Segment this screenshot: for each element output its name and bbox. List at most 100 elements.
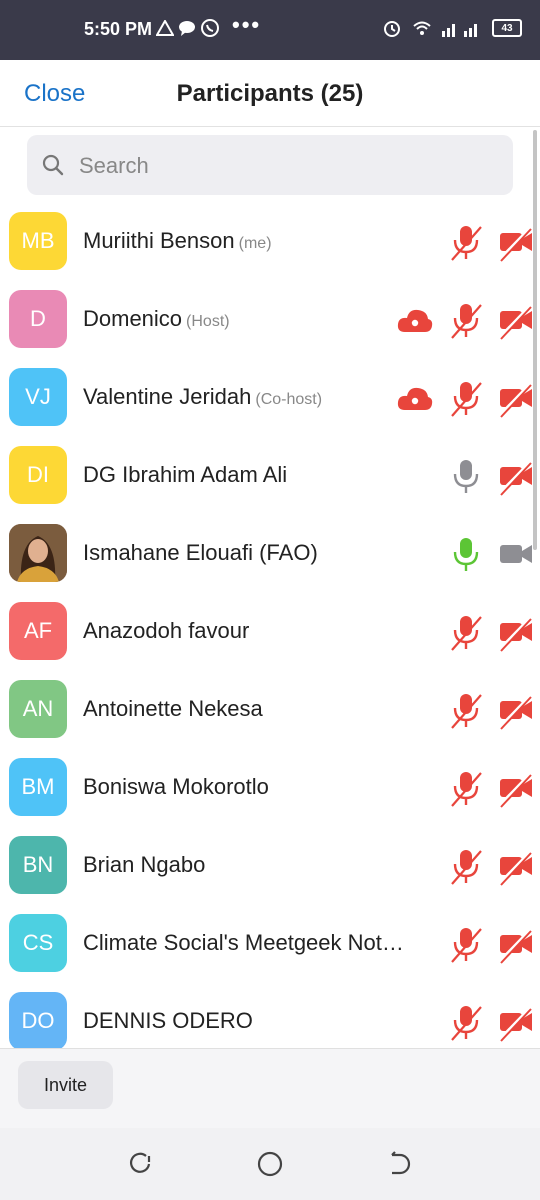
search-bar[interactable] bbox=[27, 135, 513, 195]
avatar-initials: D bbox=[30, 306, 46, 331]
video-off-icon[interactable] bbox=[498, 613, 534, 653]
avatar: BM bbox=[9, 758, 67, 816]
avatar: DI bbox=[9, 446, 67, 504]
mic-muted-icon[interactable] bbox=[448, 769, 484, 809]
participant-status-icons bbox=[448, 1003, 534, 1043]
video-off-icon[interactable] bbox=[498, 691, 534, 731]
participant-row[interactable]: VJ Valentine Jeridah (Co-host) bbox=[0, 359, 540, 437]
participant-status-icons bbox=[396, 379, 534, 419]
participant-name-text: Domenico bbox=[83, 306, 183, 331]
avatar-initials: DI bbox=[27, 462, 49, 487]
participant-row[interactable]: CS Climate Social's Meetgeek Not… bbox=[0, 905, 540, 983]
participant-name-text: DENNIS ODERO bbox=[83, 1008, 253, 1033]
participant-name: Ismahane Elouafi (FAO) bbox=[83, 540, 318, 566]
status-time: 5:50 PM bbox=[84, 19, 153, 39]
participant-name: Domenico (Host) bbox=[83, 306, 230, 332]
participant-list[interactable]: MB Muriithi Benson (me) D Domenico (Host) VJ Va… bbox=[0, 203, 540, 1048]
participant-status-icons bbox=[448, 535, 534, 575]
participant-status-icons bbox=[448, 457, 534, 497]
mic-icon[interactable] bbox=[448, 457, 484, 497]
avatar: D bbox=[9, 290, 67, 348]
scrollbar[interactable] bbox=[533, 130, 537, 550]
alarm-icon bbox=[384, 21, 400, 37]
participant-status-icons bbox=[448, 613, 534, 653]
video-off-icon[interactable] bbox=[498, 457, 534, 497]
mic-muted-icon[interactable] bbox=[448, 301, 484, 341]
search-icon bbox=[42, 154, 64, 176]
participant-row[interactable]: BM Boniswa Mokorotlo bbox=[0, 749, 540, 827]
participant-role-tag: (Host) bbox=[186, 313, 230, 330]
back-icon[interactable] bbox=[386, 1150, 414, 1178]
participant-name-text: Climate Social's Meetgeek Not… bbox=[83, 930, 404, 955]
participant-row[interactable]: MB Muriithi Benson (me) bbox=[0, 203, 540, 281]
avatar bbox=[9, 524, 67, 582]
avatar: MB bbox=[9, 212, 67, 270]
participant-role-tag: (Co-host) bbox=[255, 391, 323, 408]
participant-name: DENNIS ODERO bbox=[83, 1008, 253, 1034]
video-off-icon[interactable] bbox=[498, 925, 534, 965]
home-icon[interactable] bbox=[256, 1150, 284, 1178]
whatsapp-icon bbox=[201, 19, 219, 37]
mic-muted-icon[interactable] bbox=[448, 847, 484, 887]
participant-status-icons bbox=[448, 925, 534, 965]
participant-row[interactable]: Ismahane Elouafi (FAO) bbox=[0, 515, 540, 593]
video-off-icon[interactable] bbox=[498, 223, 534, 263]
participant-row[interactable]: DI DG Ibrahim Adam Ali bbox=[0, 437, 540, 515]
mic-muted-icon[interactable] bbox=[448, 223, 484, 263]
avatar-initials: VJ bbox=[25, 384, 51, 409]
cloud-recording-icon bbox=[396, 384, 434, 414]
recent-apps-icon[interactable] bbox=[126, 1150, 154, 1178]
avatar: AN bbox=[9, 680, 67, 738]
system-nav-bar bbox=[0, 1128, 540, 1200]
video-icon[interactable] bbox=[498, 535, 534, 575]
avatar-initials: DO bbox=[21, 1008, 55, 1033]
invite-button[interactable]: Invite bbox=[18, 1061, 113, 1109]
participant-name: Climate Social's Meetgeek Not… bbox=[83, 930, 404, 956]
participant-name: Anazodoh favour bbox=[83, 618, 249, 644]
participant-status-icons bbox=[448, 769, 534, 809]
participant-status-icons bbox=[448, 223, 534, 263]
wifi-icon bbox=[413, 21, 431, 35]
mic-icon[interactable] bbox=[448, 535, 484, 575]
participant-name: Muriithi Benson (me) bbox=[83, 228, 272, 254]
avatar: CS bbox=[9, 914, 67, 972]
avatar-initials: AF bbox=[23, 618, 53, 643]
footer: Invite bbox=[0, 1048, 540, 1129]
mic-muted-icon[interactable] bbox=[448, 691, 484, 731]
participant-name-text: Ismahane Elouafi (FAO) bbox=[83, 540, 318, 565]
video-off-icon[interactable] bbox=[498, 301, 534, 341]
chat-icon bbox=[179, 21, 195, 36]
participant-name-text: Valentine Jeridah bbox=[83, 384, 252, 409]
participant-name: Antoinette Nekesa bbox=[83, 696, 263, 722]
participant-row[interactable]: D Domenico (Host) bbox=[0, 281, 540, 359]
search-input[interactable] bbox=[77, 149, 501, 183]
participant-row[interactable]: BN Brian Ngabo bbox=[0, 827, 540, 905]
participant-row[interactable]: AF Anazodoh favour bbox=[0, 593, 540, 671]
page-title: Participants (25) bbox=[176, 80, 364, 107]
video-off-icon[interactable] bbox=[498, 379, 534, 419]
video-off-icon[interactable] bbox=[498, 769, 534, 809]
mic-muted-icon[interactable] bbox=[448, 1003, 484, 1043]
participant-name-text: DG Ibrahim Adam Ali bbox=[83, 462, 288, 487]
more-dots-icon: ••• bbox=[232, 12, 262, 37]
participant-name-text: Boniswa Mokorotlo bbox=[83, 774, 269, 799]
avatar: VJ bbox=[9, 368, 67, 426]
participant-name-text: Brian Ngabo bbox=[83, 852, 206, 877]
video-off-icon[interactable] bbox=[498, 847, 534, 887]
participant-name-text: Muriithi Benson bbox=[83, 228, 235, 253]
participant-name-text: Antoinette Nekesa bbox=[83, 696, 263, 721]
participant-row[interactable]: AN Antoinette Nekesa bbox=[0, 671, 540, 749]
participant-name: Valentine Jeridah (Co-host) bbox=[83, 384, 322, 410]
mic-muted-icon[interactable] bbox=[448, 925, 484, 965]
header: Close Participants (25) bbox=[0, 60, 540, 127]
system-icons: 43 bbox=[382, 18, 522, 38]
video-off-icon[interactable] bbox=[498, 1003, 534, 1043]
mic-muted-icon[interactable] bbox=[448, 613, 484, 653]
avatar-initials: MB bbox=[21, 228, 55, 253]
participant-role-tag: (me) bbox=[238, 235, 272, 252]
participant-row[interactable]: DO DENNIS ODERO bbox=[0, 983, 540, 1048]
participant-status-icons bbox=[396, 301, 534, 341]
participant-name-text: Anazodoh favour bbox=[83, 618, 250, 643]
mic-muted-icon[interactable] bbox=[448, 379, 484, 419]
notification-icons bbox=[156, 18, 220, 38]
